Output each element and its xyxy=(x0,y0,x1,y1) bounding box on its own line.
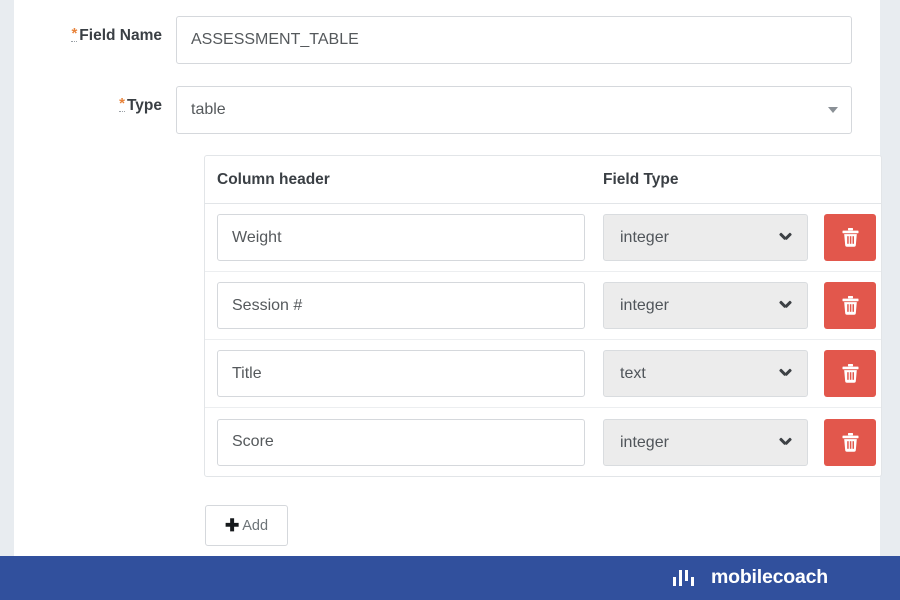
field-name-label: * Field Name xyxy=(14,16,176,56)
plus-icon: ✚ xyxy=(224,516,240,535)
delete-row-button[interactable] xyxy=(824,214,876,261)
column-header-heading: Column header xyxy=(217,170,330,188)
brand-name: mobilecoach xyxy=(711,566,828,589)
column-header-input[interactable] xyxy=(217,282,585,329)
field-type-select[interactable]: integer xyxy=(603,214,808,261)
trash-icon xyxy=(842,432,858,452)
brand: mobilecoach xyxy=(672,566,828,589)
chevron-down-icon xyxy=(780,368,791,379)
table-row: text xyxy=(205,340,881,408)
field-type-value: text xyxy=(620,365,646,382)
form-canvas: *Field Name *Type table Column header Fi… xyxy=(14,0,882,556)
type-select-value: table xyxy=(191,101,226,118)
delete-row-button[interactable] xyxy=(824,282,876,329)
chevron-down-icon xyxy=(780,437,791,448)
field-type-value: integer xyxy=(620,297,669,314)
field-name-label-text: Field Name xyxy=(79,27,162,44)
table-row: integer xyxy=(205,204,881,272)
chevron-down-icon xyxy=(780,232,791,243)
type-label: * Type xyxy=(14,86,176,126)
delete-row-button[interactable] xyxy=(824,418,876,466)
table-header-row: Column header Field Type xyxy=(205,156,881,204)
column-header-input[interactable] xyxy=(217,214,585,261)
type-control: table xyxy=(176,86,852,134)
field-type-select[interactable]: integer xyxy=(603,282,808,329)
type-label-text: Type xyxy=(126,97,162,114)
field-type-heading: Field Type xyxy=(603,170,679,188)
trash-icon xyxy=(842,296,858,315)
delete-row-button[interactable] xyxy=(824,350,876,397)
table-body: integer integer text integer xyxy=(205,204,881,476)
field-name-control xyxy=(176,16,852,64)
field-type-value: integer xyxy=(620,433,669,451)
trash-icon xyxy=(842,228,858,247)
caret-down-icon xyxy=(828,107,838,113)
field-name-input[interactable] xyxy=(176,16,852,64)
field-type-select[interactable]: integer xyxy=(603,418,808,466)
table-row: integer xyxy=(205,272,881,340)
field-name-row: * Field Name xyxy=(14,16,852,64)
type-row: * Type table xyxy=(14,86,852,134)
required-asterisk: * xyxy=(71,25,78,42)
add-button-label: Add xyxy=(242,517,269,534)
field-type-select[interactable]: text xyxy=(603,350,808,397)
column-header-input[interactable] xyxy=(217,418,585,466)
column-header-input[interactable] xyxy=(217,350,585,397)
footer-bar: mobilecoach xyxy=(0,556,900,600)
trash-icon xyxy=(842,364,858,383)
columns-table: Column header Field Type integer integer t… xyxy=(204,155,882,477)
chevron-down-icon xyxy=(780,300,791,311)
type-select[interactable]: table xyxy=(176,86,852,134)
app-root: *Field Name *Type table Column header Fi… xyxy=(0,0,900,600)
bar-chart-logo-icon xyxy=(672,569,694,586)
add-button[interactable]: ✚ Add xyxy=(205,505,288,546)
field-type-value: integer xyxy=(620,229,669,246)
table-row: integer xyxy=(205,408,881,476)
required-asterisk: * xyxy=(119,95,125,112)
